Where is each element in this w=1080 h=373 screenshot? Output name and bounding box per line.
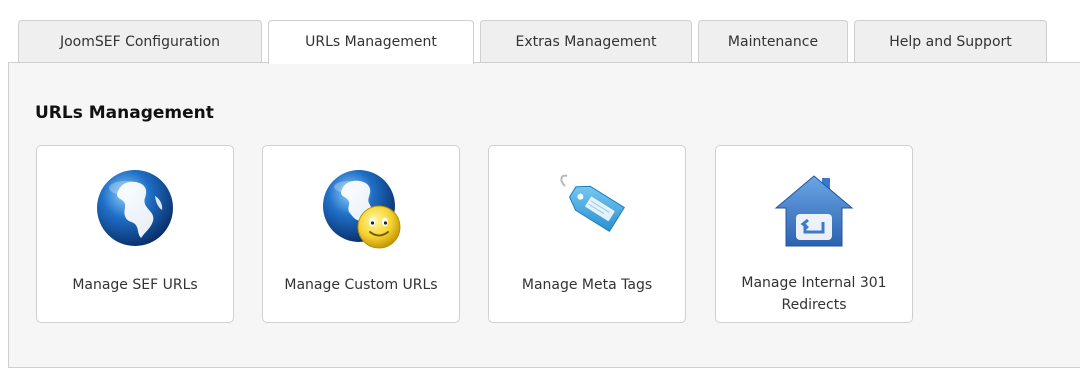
tag-icon — [560, 174, 625, 233]
manage-internal-301-redirects-button[interactable]: Manage Internal 301 Redirects — [715, 145, 913, 323]
tab-extras-management[interactable]: Extras Management — [480, 20, 692, 63]
globe-icon — [97, 170, 173, 246]
manage-internal-301-redirects-label: Manage Internal 301 Redirects — [716, 272, 912, 316]
urls-management-panel: URLs Management Manage SEF URLs Manage C… — [8, 62, 1080, 368]
tab-joomsef-configuration[interactable]: JoomSEF Configuration — [18, 20, 262, 63]
panel-title: URLs Management — [35, 103, 214, 123]
manage-meta-tags-button[interactable]: Manage Meta Tags — [488, 145, 686, 323]
tab-bar: JoomSEF Configuration URLs Management Ex… — [18, 20, 1053, 64]
globe-smiley-icon — [323, 170, 401, 249]
tab-maintenance[interactable]: Maintenance — [698, 20, 848, 63]
manage-sef-urls-button[interactable]: Manage SEF URLs — [36, 145, 234, 323]
manage-sef-urls-label: Manage SEF URLs — [72, 277, 198, 293]
manage-custom-urls-label: Manage Custom URLs — [284, 277, 438, 293]
joomsef-control-panel: JoomSEF Configuration URLs Management Ex… — [0, 0, 1080, 373]
label-line-2: Redirects — [781, 297, 847, 313]
tab-help-and-support[interactable]: Help and Support — [854, 20, 1047, 63]
tab-urls-management[interactable]: URLs Management — [268, 20, 474, 64]
label-line-1: Manage Internal 301 — [741, 275, 887, 291]
manage-custom-urls-button[interactable]: Manage Custom URLs — [262, 145, 460, 323]
manage-meta-tags-label: Manage Meta Tags — [521, 277, 653, 293]
house-redirect-icon — [774, 175, 854, 247]
